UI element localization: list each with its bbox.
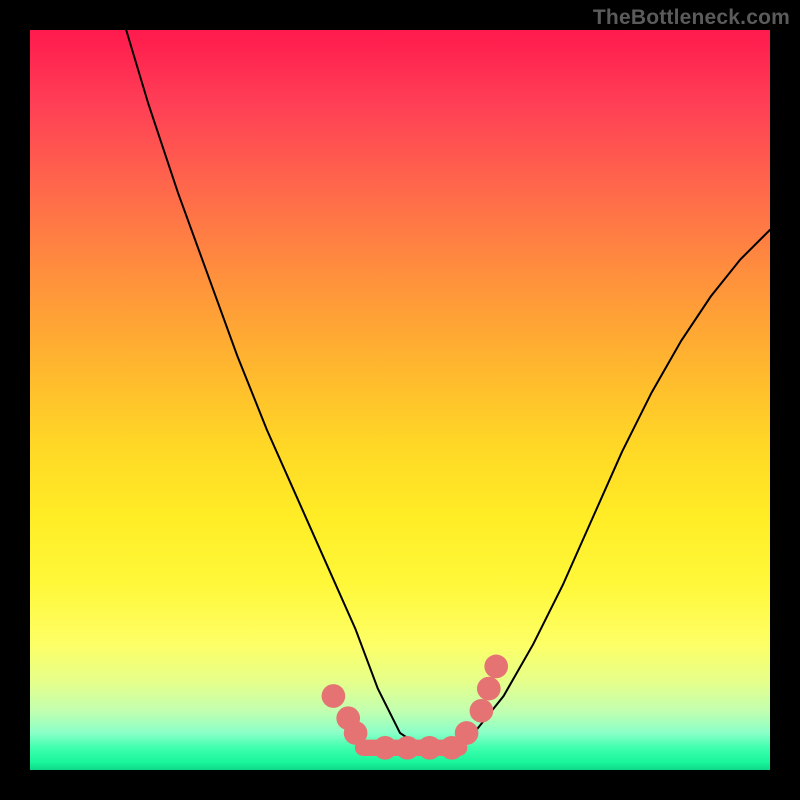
flat-dot-1 bbox=[373, 736, 397, 760]
outer-black-frame: TheBottleneck.com bbox=[0, 0, 800, 800]
right-cluster-dot-2 bbox=[470, 699, 494, 723]
left-cluster-dot-1 bbox=[322, 684, 346, 708]
chart-svg bbox=[30, 30, 770, 770]
right-cluster-dot-1 bbox=[455, 721, 479, 745]
bottleneck-curve-path bbox=[126, 30, 770, 748]
curve-markers bbox=[322, 655, 508, 760]
flat-dot-3 bbox=[418, 736, 442, 760]
plot-area bbox=[30, 30, 770, 770]
watermark-text: TheBottleneck.com bbox=[593, 6, 790, 30]
right-cluster-dot-4 bbox=[484, 655, 508, 679]
flat-dot-2 bbox=[396, 736, 420, 760]
left-cluster-dot-3 bbox=[344, 721, 368, 745]
right-cluster-dot-3 bbox=[477, 677, 501, 701]
bottleneck-curve bbox=[126, 30, 770, 748]
